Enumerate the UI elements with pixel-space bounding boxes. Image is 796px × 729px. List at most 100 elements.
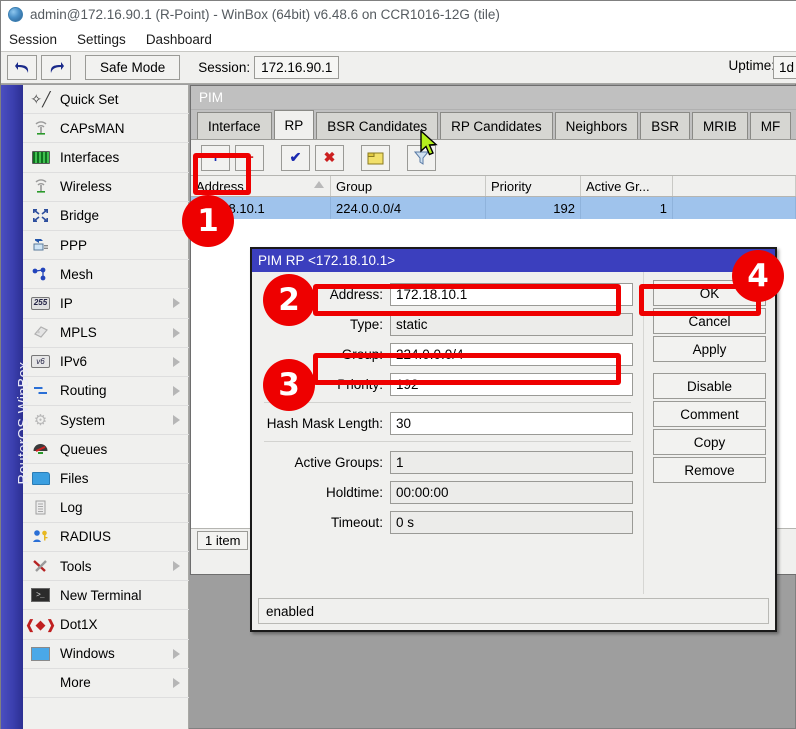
sidebar-item-label: Mesh xyxy=(60,267,93,282)
gauge-icon xyxy=(29,440,52,459)
tab-rp[interactable]: RP xyxy=(274,110,315,139)
tab-neighbors[interactable]: Neighbors xyxy=(555,112,639,139)
apply-button[interactable]: Apply xyxy=(653,336,766,362)
menu-item-dashboard[interactable]: Dashboard xyxy=(146,32,212,47)
sidebar-item-radius[interactable]: RADIUS xyxy=(23,523,189,552)
column-header-active-groups[interactable]: Active Gr... xyxy=(581,176,673,196)
address-field[interactable]: 172.18.10.1 xyxy=(390,283,633,306)
session-value[interactable]: 172.16.90.1 xyxy=(254,56,339,79)
annotation-badge-4: 4 xyxy=(732,250,784,302)
sidebar-item-label: MPLS xyxy=(60,325,97,340)
cell-priority: 192 xyxy=(486,197,581,219)
tab-bsr[interactable]: BSR xyxy=(640,112,690,139)
sidebar-brand-strip: RouterOS WinBox xyxy=(1,85,23,729)
redo-arrow-icon[interactable] xyxy=(41,55,71,80)
sidebar-menu-list: ✧╱ Quick Set CAPsMAN Interfaces Wireless xyxy=(23,85,189,698)
sidebar-item-wireless[interactable]: Wireless xyxy=(23,173,189,202)
sidebar-item-queues[interactable]: Queues xyxy=(23,435,189,464)
timeout-label: Timeout: xyxy=(262,515,390,530)
hash-mask-length-label: Hash Mask Length: xyxy=(262,416,390,431)
sidebar-item-mesh[interactable]: Mesh xyxy=(23,260,189,289)
table-row[interactable]: 172.18.10.1 224.0.0.0/4 192 1 xyxy=(191,197,796,219)
undo-arrow-icon[interactable] xyxy=(7,55,37,80)
filter-button[interactable] xyxy=(407,145,436,171)
pim-window-title: PIM xyxy=(191,86,796,110)
uptime-label: Uptime: xyxy=(728,58,775,73)
sidebar-item-windows[interactable]: Windows xyxy=(23,640,189,669)
hash-mask-length-field[interactable]: 30 xyxy=(390,412,633,435)
cell-group: 224.0.0.0/4 xyxy=(331,197,486,219)
ppp-icon xyxy=(29,236,52,255)
tab-mrib[interactable]: MRIB xyxy=(692,112,748,139)
group-field[interactable]: 224.0.0.0/4 xyxy=(390,343,633,366)
cell-filler xyxy=(673,197,796,219)
ip-255-icon: 255 xyxy=(29,294,52,313)
sidebar-item-system[interactable]: ⚙ System xyxy=(23,406,189,435)
column-header-address[interactable]: Address xyxy=(191,176,331,196)
safe-mode-button[interactable]: Safe Mode xyxy=(85,55,180,80)
comment-button[interactable]: Comment xyxy=(653,401,766,427)
priority-field[interactable]: 192 xyxy=(390,373,633,396)
menu-item-settings[interactable]: Settings xyxy=(77,32,126,47)
menu-item-session[interactable]: Session xyxy=(9,32,57,47)
sidebar-item-interfaces[interactable]: Interfaces xyxy=(23,143,189,172)
type-field: static xyxy=(390,313,633,336)
sidebar-item-files[interactable]: Files xyxy=(23,464,189,493)
sidebar-item-routing[interactable]: Routing xyxy=(23,377,189,406)
window-icon xyxy=(29,644,52,663)
sidebar-item-ppp[interactable]: PPP xyxy=(23,231,189,260)
winbox-globe-icon xyxy=(8,7,23,22)
tab-bsr-candidates[interactable]: BSR Candidates xyxy=(316,112,438,139)
sidebar-item-label: IPv6 xyxy=(60,354,87,369)
sidebar-item-capsman[interactable]: CAPsMAN xyxy=(23,114,189,143)
sidebar-item-dot1x[interactable]: ❰◆❱ Dot1X xyxy=(23,610,189,639)
dialog-title: PIM RP <172.18.10.1> xyxy=(258,253,395,268)
tab-rp-candidates[interactable]: RP Candidates xyxy=(440,112,553,139)
tab-mfc[interactable]: MF xyxy=(750,112,792,139)
sidebar-item-tools[interactable]: Tools xyxy=(23,552,189,581)
sidebar-item-bridge[interactable]: Bridge xyxy=(23,202,189,231)
chevron-right-icon xyxy=(173,561,180,571)
sidebar-item-label: RADIUS xyxy=(60,529,111,544)
sidebar-item-label: Routing xyxy=(60,383,107,398)
chevron-right-icon xyxy=(173,649,180,659)
remove-button[interactable]: Remove xyxy=(653,457,766,483)
plus-icon: + xyxy=(211,149,220,166)
holdtime-field: 00:00:00 xyxy=(390,481,633,504)
antenna-icon xyxy=(29,177,52,196)
mesh-nodes-icon xyxy=(29,265,52,284)
chevron-right-icon xyxy=(173,678,180,688)
sidebar-item-new-terminal[interactable]: >_ New Terminal xyxy=(23,581,189,610)
copy-button[interactable]: Copy xyxy=(653,429,766,455)
add-button[interactable]: + xyxy=(201,145,230,171)
sidebar: RouterOS WinBox ✧╱ Quick Set CAPsMAN Int… xyxy=(1,85,189,729)
address-row: Address: 172.18.10.1 xyxy=(262,280,633,308)
comment-button[interactable] xyxy=(361,145,390,171)
sort-ascending-icon xyxy=(314,181,324,188)
funnel-icon xyxy=(414,151,429,165)
sidebar-item-more[interactable]: More xyxy=(23,669,189,698)
item-count-badge: 1 item xyxy=(197,531,248,550)
check-icon: ✔ xyxy=(290,149,302,166)
cancel-button[interactable]: Cancel xyxy=(653,308,766,334)
sidebar-item-quick-set[interactable]: ✧╱ Quick Set xyxy=(23,85,189,114)
sidebar-item-label: System xyxy=(60,413,105,428)
disable-button[interactable]: ✖ xyxy=(315,145,344,171)
timeout-row: Timeout: 0 s xyxy=(262,508,633,536)
dialog-status-bar: enabled xyxy=(258,598,769,624)
sidebar-item-label: Windows xyxy=(60,646,115,661)
sidebar-item-mpls[interactable]: MPLS xyxy=(23,319,189,348)
sidebar-item-log[interactable]: Log xyxy=(23,494,189,523)
enable-button[interactable]: ✔ xyxy=(281,145,310,171)
column-header-priority[interactable]: Priority xyxy=(486,176,581,196)
sidebar-item-ip[interactable]: 255 IP xyxy=(23,289,189,318)
tab-interface[interactable]: Interface xyxy=(197,112,272,139)
remove-button[interactable]: − xyxy=(235,145,264,171)
sidebar-item-label: More xyxy=(60,675,91,690)
timeout-field: 0 s xyxy=(390,511,633,534)
column-header-group[interactable]: Group xyxy=(331,176,486,196)
priority-row: Priority: 192 xyxy=(262,370,633,398)
disable-button[interactable]: Disable xyxy=(653,373,766,399)
mpls-tag-icon xyxy=(29,323,52,342)
sidebar-item-ipv6[interactable]: v6 IPv6 xyxy=(23,348,189,377)
